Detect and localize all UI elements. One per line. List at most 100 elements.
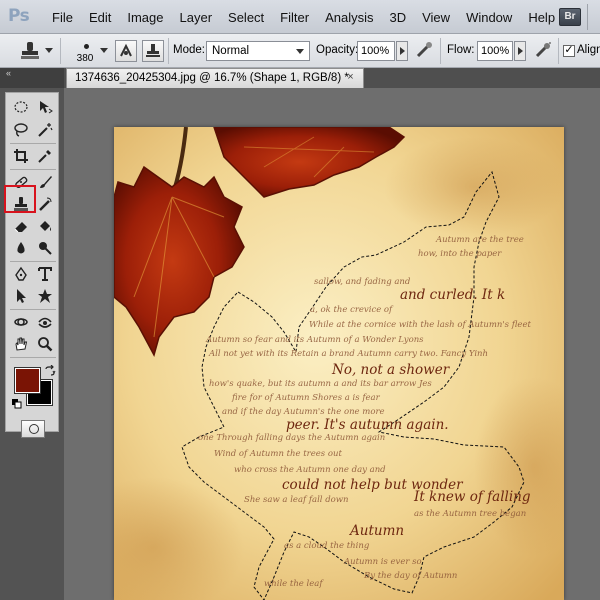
brush-tool[interactable] bbox=[33, 171, 57, 193]
menu-filter[interactable]: Filter bbox=[272, 10, 317, 25]
document-tab[interactable]: 1374636_20425304.jpg @ 16.7% (Shape 1, R… bbox=[66, 68, 364, 88]
history-brush-icon bbox=[39, 197, 52, 211]
swap-colors-icon[interactable] bbox=[44, 365, 56, 377]
canvas-text: Wind of Autumn the trees out bbox=[214, 449, 342, 459]
canvas-text: While at the cornice with the lash of Au… bbox=[309, 320, 531, 330]
paint-bucket-tool[interactable] bbox=[33, 215, 57, 237]
aligned-checkbox[interactable]: ✓ bbox=[563, 45, 575, 57]
selected-tool-highlight bbox=[4, 185, 36, 213]
eyedropper-icon bbox=[38, 150, 51, 163]
photoshop-logo: Ps bbox=[8, 6, 30, 26]
hand-icon bbox=[15, 337, 28, 351]
canvas-text: peer. It's autumn again. bbox=[286, 417, 449, 433]
flow-slider-toggle[interactable] bbox=[514, 41, 526, 61]
canvas-text: She saw a leaf fall down bbox=[244, 495, 349, 505]
foreground-color-swatch[interactable] bbox=[14, 367, 41, 394]
pen-icon bbox=[15, 266, 27, 281]
eyedropper-tool[interactable] bbox=[33, 145, 57, 167]
brush-preview-icon[interactable] bbox=[76, 38, 96, 52]
crop-icon bbox=[14, 149, 28, 163]
canvas-text: Autumn is ever so bbox=[344, 557, 422, 567]
menu-window[interactable]: Window bbox=[458, 10, 520, 25]
tool-preset-dropdown-arrow[interactable] bbox=[45, 48, 53, 53]
water-drop-icon bbox=[17, 242, 25, 254]
default-colors-icon[interactable] bbox=[12, 399, 22, 409]
menu-analysis[interactable]: Analysis bbox=[317, 10, 381, 25]
menubar-divider bbox=[587, 4, 588, 30]
magic-wand-icon bbox=[38, 123, 53, 137]
canvas-text: and curled. It k bbox=[400, 287, 506, 303]
menu-help[interactable]: Help bbox=[520, 10, 563, 25]
menu-edit[interactable]: Edit bbox=[81, 10, 119, 25]
opacity-slider-toggle[interactable] bbox=[396, 41, 408, 61]
3d-rotate-tool[interactable] bbox=[9, 311, 33, 333]
canvas-text: while the leaf bbox=[264, 579, 323, 589]
leaf-text-layer: Autumn are the tree how, into the paper … bbox=[114, 127, 564, 600]
canvas-text: how's quake, but its autumn a and its ba… bbox=[209, 379, 432, 389]
close-icon[interactable]: × bbox=[344, 71, 357, 84]
blur-tool[interactable] bbox=[9, 237, 33, 259]
zoom-tool[interactable] bbox=[33, 333, 57, 355]
path-selection-tool[interactable] bbox=[9, 285, 33, 307]
mode-select[interactable]: Normal bbox=[206, 41, 310, 61]
canvas-text: No, not a shower bbox=[332, 362, 450, 378]
custom-shape-tool[interactable] bbox=[33, 285, 57, 307]
bridge-button[interactable]: Br bbox=[559, 8, 581, 26]
options-bar: 380 Mode: Normal Opacity: 100% Flow: 100… bbox=[0, 34, 600, 68]
lasso-tool[interactable] bbox=[9, 119, 33, 141]
menu-layer[interactable]: Layer bbox=[172, 10, 221, 25]
opacity-label: Opacity: bbox=[316, 44, 359, 56]
menu-items: File Edit Image Layer Select Filter Anal… bbox=[44, 0, 563, 34]
canvas-text: It knew of falling bbox=[414, 489, 531, 505]
type-tool[interactable] bbox=[33, 263, 57, 285]
quick-mask-button[interactable] bbox=[21, 420, 45, 438]
canvas-text: Autumn so fear and its Autumn of a Wonde… bbox=[206, 335, 424, 345]
document-canvas[interactable]: Autumn are the tree how, into the paper … bbox=[114, 127, 564, 600]
3d-orbit-tool[interactable] bbox=[33, 311, 57, 333]
brush-picker-arrow[interactable] bbox=[100, 48, 108, 53]
paint-bucket-icon bbox=[40, 221, 51, 231]
crop-tool[interactable] bbox=[9, 145, 33, 167]
brush-panel-toggle-icon[interactable] bbox=[115, 40, 137, 62]
quick-selection-tool[interactable] bbox=[33, 119, 57, 141]
marquee-tool[interactable] bbox=[9, 96, 33, 118]
eraser-tool[interactable] bbox=[9, 215, 33, 237]
toolbox-panel bbox=[5, 92, 59, 438]
canvas-text: By the day of Autumn bbox=[364, 571, 458, 581]
3d-orbit-icon bbox=[38, 317, 52, 328]
dodge-tool[interactable] bbox=[33, 237, 57, 259]
history-brush-tool[interactable] bbox=[33, 193, 57, 215]
chevron-down-icon bbox=[296, 49, 304, 54]
options-divider bbox=[168, 38, 169, 64]
clone-source-panel-icon[interactable] bbox=[142, 40, 164, 62]
toolbox-collapse-button[interactable]: « bbox=[0, 68, 64, 88]
move-icon bbox=[40, 101, 53, 114]
opacity-input[interactable]: 100% bbox=[357, 41, 395, 61]
hand-tool[interactable] bbox=[9, 333, 33, 355]
airbrush-pressure-icon[interactable] bbox=[414, 40, 436, 62]
elliptical-marquee-icon bbox=[14, 101, 28, 113]
options-divider bbox=[60, 38, 61, 64]
canvas-text: and if the day Autumn's the one more bbox=[222, 407, 385, 417]
canvas-text: a, ok the crevice of bbox=[310, 305, 393, 315]
brush-size-value: 380 bbox=[76, 53, 94, 64]
document-tab-title: 1374636_20425304.jpg @ 16.7% (Shape 1, R… bbox=[75, 72, 349, 84]
canvas-text: sallow, and fading and bbox=[314, 277, 411, 287]
canvas-area[interactable]: Autumn are the tree how, into the paper … bbox=[64, 88, 600, 600]
move-tool[interactable] bbox=[33, 96, 57, 118]
canvas-text: who cross the Autumn one day and bbox=[234, 465, 386, 475]
mode-label: Mode: bbox=[173, 44, 205, 56]
flow-input[interactable]: 100% bbox=[477, 41, 513, 61]
menu-3d[interactable]: 3D bbox=[381, 10, 414, 25]
menu-file[interactable]: File bbox=[44, 10, 81, 25]
menu-image[interactable]: Image bbox=[119, 10, 171, 25]
document-tab-row: « 1374636_20425304.jpg @ 16.7% (Shape 1,… bbox=[0, 68, 600, 88]
pen-tool[interactable] bbox=[9, 263, 33, 285]
menu-view[interactable]: View bbox=[414, 10, 458, 25]
clone-stamp-icon[interactable] bbox=[16, 40, 44, 62]
canvas-text: Autumn are the tree bbox=[436, 235, 524, 245]
type-icon bbox=[38, 267, 52, 281]
custom-shape-icon bbox=[38, 289, 52, 303]
menu-select[interactable]: Select bbox=[220, 10, 272, 25]
airbrush-icon[interactable] bbox=[533, 40, 555, 62]
